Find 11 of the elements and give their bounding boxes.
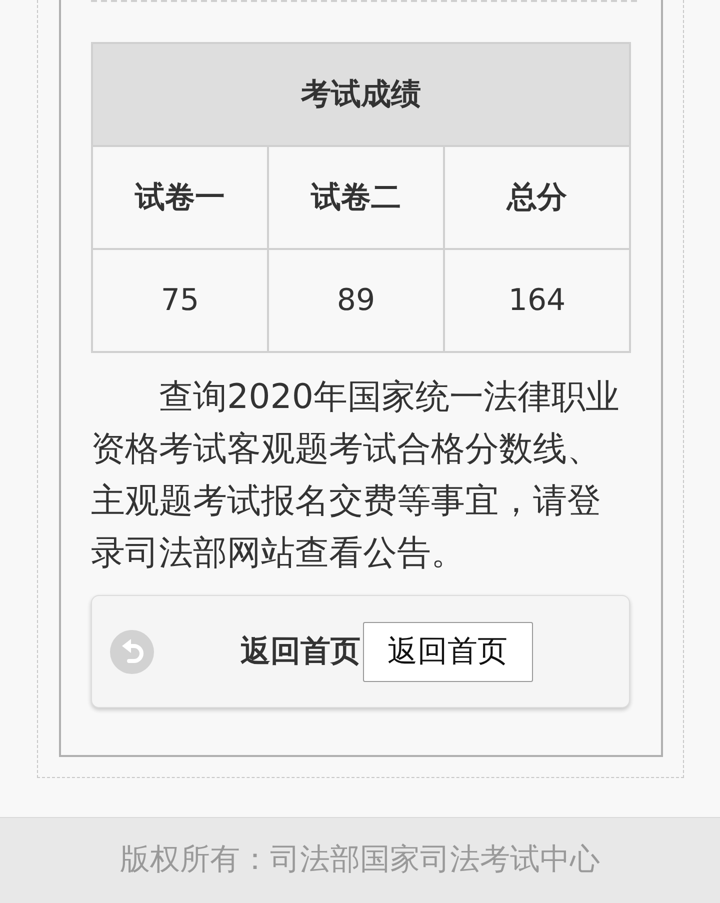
copyright-text: 版权所有：司法部国家司法考试中心 (120, 841, 600, 879)
column-header: 总分 (444, 146, 630, 249)
table-cell: 164 (444, 249, 630, 352)
notice-text: 查询2020年国家统一法律职业资格考试客观题考试合格分数线、主观题考试报名交费等事宜，请登录司法部网站查看公告。 (91, 376, 621, 575)
back-home-button[interactable]: 返回首页 (362, 622, 532, 682)
table-cell: 89 (268, 249, 444, 352)
table-title-cell: 考试成绩 (92, 43, 630, 146)
column-header: 试卷一 (92, 146, 268, 249)
column-header: 试卷二 (268, 146, 444, 249)
back-home-label: 返回首页 (240, 633, 360, 671)
table-cell: 75 (92, 249, 268, 352)
